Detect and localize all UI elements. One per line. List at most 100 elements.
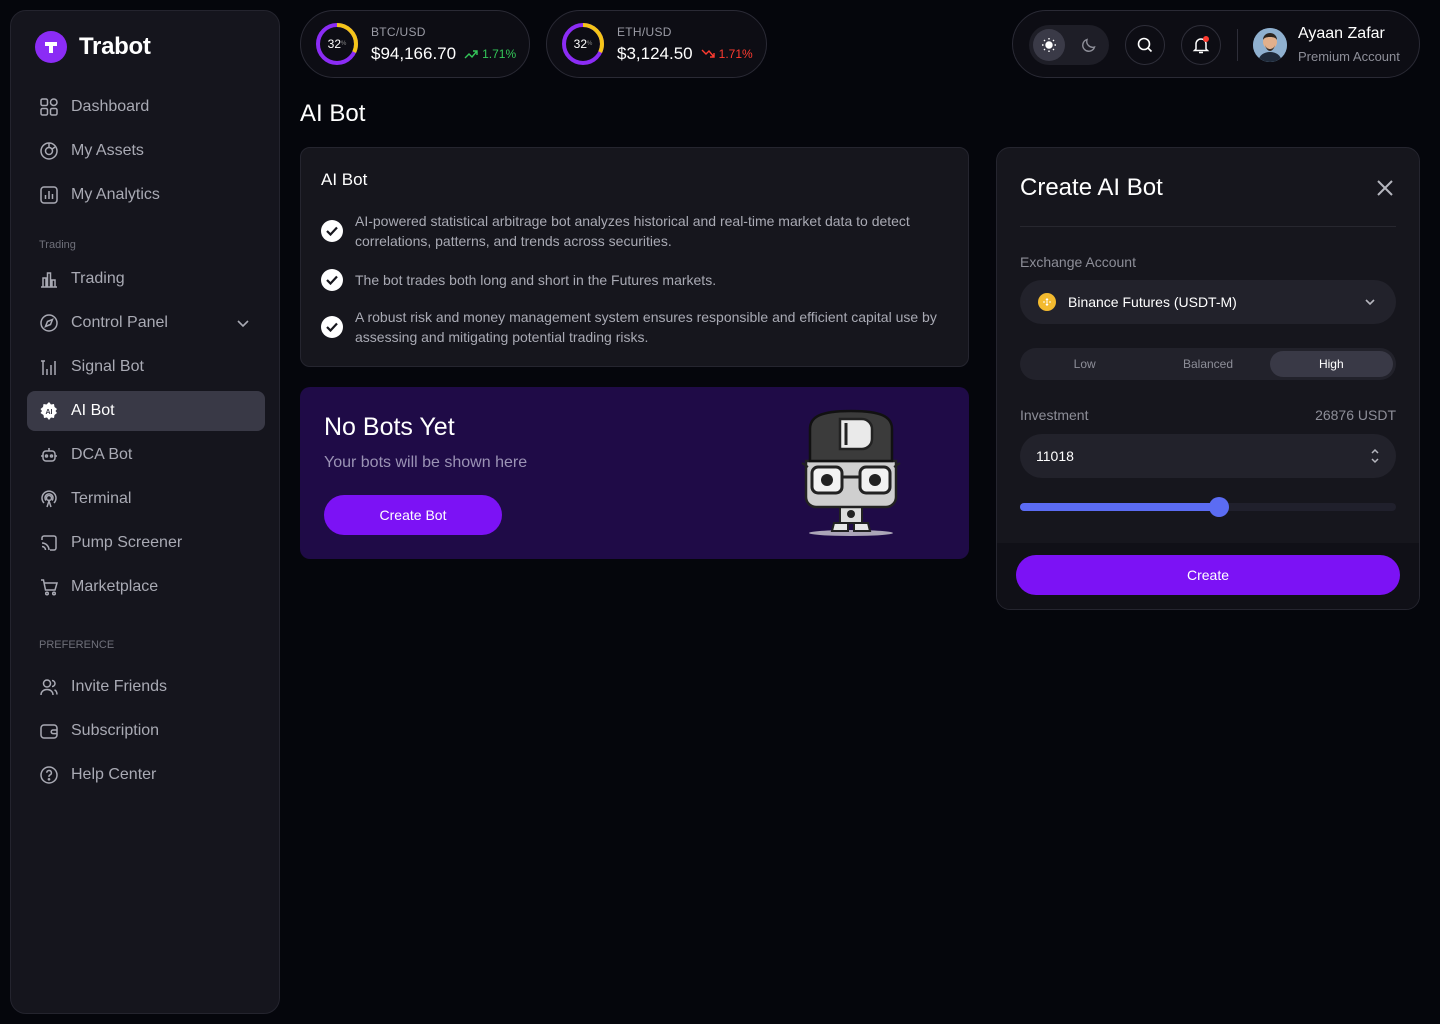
trading-icon (41, 272, 57, 288)
brand[interactable]: Trabot (35, 31, 151, 63)
sidebar-item-signal-bot[interactable]: Signal Bot (27, 347, 265, 387)
risk-selector: Low Balanced High (1020, 348, 1396, 380)
sidebar-item-ai-bot[interactable]: AI AI Bot (27, 391, 265, 431)
user-name[interactable]: Ayaan Zafar (1298, 25, 1385, 43)
cast-icon (41, 535, 57, 551)
ai-chip-icon: AI (40, 402, 57, 420)
theme-toggle[interactable] (1029, 25, 1109, 65)
sidebar-item-my-analytics[interactable]: My Analytics (27, 175, 265, 215)
wallet-icon (40, 724, 58, 739)
sidebar-item-trading[interactable]: Trading (27, 259, 265, 299)
risk-option-high[interactable]: High (1269, 351, 1393, 377)
sidebar-item-label: Help Center (71, 766, 157, 783)
ticker-price: $3,124.50 (617, 43, 693, 63)
feature-text: The bot trades both long and short in th… (355, 272, 717, 288)
risk-option-low[interactable]: Low (1023, 351, 1146, 377)
broadcast-icon (41, 490, 57, 508)
search-icon (1137, 37, 1153, 53)
trend-up-icon (464, 49, 478, 58)
ticker-price: $94,166.70 (371, 43, 457, 63)
sidebar-item-label: My Assets (71, 142, 144, 159)
chevron-down-icon[interactable] (233, 313, 253, 333)
check-icon (321, 316, 343, 338)
create-button[interactable]: Create (1016, 555, 1400, 595)
sidebar-item-label: Terminal (71, 490, 132, 507)
moon-icon (1082, 38, 1096, 52)
ticker-change-value: 1.71% (718, 46, 753, 61)
sidebar-item-dashboard[interactable]: Dashboard (27, 87, 265, 127)
panel-title: Create AI Bot (1020, 174, 1163, 201)
brand-name: Trabot (79, 33, 151, 60)
sidebar-nav: Dashboard My Assets My Analytics Trading… (27, 87, 265, 799)
sidebar-item-label: AI Bot (71, 402, 115, 419)
assets-icon (40, 142, 58, 160)
sidebar-item-my-assets[interactable]: My Assets (27, 131, 265, 171)
search-button[interactable] (1125, 25, 1165, 65)
panel-footer: Create (997, 543, 1419, 609)
empty-state-title: No Bots Yet (324, 413, 455, 441)
exchange-select[interactable]: Binance Futures (USDT-M) (1020, 280, 1396, 324)
robot-illustration (801, 409, 901, 536)
feature-item: AI-powered statistical arbitrage bot ana… (321, 211, 941, 251)
sun-icon (1042, 38, 1056, 52)
sidebar-item-label: Dashboard (71, 98, 150, 115)
sidebar-item-label: Signal Bot (71, 358, 144, 375)
risk-option-balanced[interactable]: Balanced (1146, 351, 1269, 377)
feature-item: The bot trades both long and short in th… (321, 269, 941, 291)
dark-mode-button[interactable] (1073, 29, 1105, 61)
gauge: 32% (315, 22, 359, 66)
sidebar-item-marketplace[interactable]: Marketplace (27, 567, 265, 607)
header-actions: Ayaan Zafar Premium Account (1012, 10, 1420, 78)
sidebar-item-label: My Analytics (71, 186, 160, 203)
trend-down-icon (701, 49, 715, 58)
slider-thumb[interactable] (1209, 497, 1230, 517)
sidebar-item-label: Control Panel (71, 314, 168, 331)
binance-icon (1038, 293, 1056, 311)
users-icon (40, 679, 58, 696)
exchange-value: Binance Futures (USDT-M) (1068, 294, 1237, 310)
sidebar-item-label: Subscription (71, 722, 160, 739)
check-icon (321, 220, 343, 242)
investment-available: 26876 USDT (1315, 407, 1396, 423)
gauge-value: 32 (573, 37, 587, 51)
light-mode-button[interactable] (1033, 29, 1065, 61)
help-icon (40, 766, 58, 784)
ticker-eth[interactable]: 32% ETH/USD $3,124.50 1.71% (546, 10, 767, 78)
avatar[interactable] (1253, 28, 1287, 62)
section-label-preference: PREFERENCE (39, 639, 115, 651)
section-label-trading: Trading (39, 239, 76, 251)
signal-icon (41, 360, 56, 375)
notifications-button[interactable] (1181, 25, 1221, 65)
ticker-change: 1.71% (464, 47, 516, 61)
sidebar-item-help-center[interactable]: Help Center (27, 755, 265, 795)
gauge-value: 32 (327, 37, 341, 51)
empty-state-subtitle: Your bots will be shown here (324, 454, 528, 471)
divider (1237, 29, 1238, 61)
stepper-icon[interactable] (1370, 447, 1380, 465)
sidebar-item-invite-friends[interactable]: Invite Friends (27, 667, 265, 707)
divider (1020, 226, 1396, 227)
compass-icon (40, 314, 58, 332)
feature-item: A robust risk and money management syste… (321, 307, 941, 347)
sidebar-item-pump-screener[interactable]: Pump Screener (27, 523, 265, 563)
create-bot-button[interactable]: Create Bot (324, 495, 502, 535)
investment-input[interactable] (1036, 448, 1336, 464)
bot-info-card: AI Bot AI-powered statistical arbitrage … (300, 147, 969, 367)
feature-text: A robust risk and money management syste… (355, 309, 937, 345)
investment-label: Investment (1020, 407, 1089, 423)
sidebar-item-label: Trading (71, 270, 125, 287)
sidebar-item-subscription[interactable]: Subscription (27, 711, 265, 751)
user-plan: Premium Account (1298, 49, 1400, 64)
investment-slider[interactable] (1020, 497, 1396, 517)
empty-state-card: No Bots Yet Your bots will be shown here… (300, 387, 969, 559)
ticker-pair: BTC/USD (371, 24, 426, 39)
sidebar: Trabot Dashboard My Assets My Analytics … (10, 10, 280, 1014)
gauge: 32% (561, 22, 605, 66)
sidebar-item-terminal[interactable]: Terminal (27, 479, 265, 519)
feature-text: AI-powered statistical arbitrage bot ana… (355, 213, 910, 249)
cart-icon (41, 579, 58, 596)
ticker-btc[interactable]: 32% BTC/USD $94,166.70 1.71% (300, 10, 530, 78)
close-icon[interactable] (1374, 177, 1396, 199)
sidebar-item-control-panel[interactable]: Control Panel (27, 303, 265, 343)
sidebar-item-dca-bot[interactable]: DCA Bot (27, 435, 265, 475)
